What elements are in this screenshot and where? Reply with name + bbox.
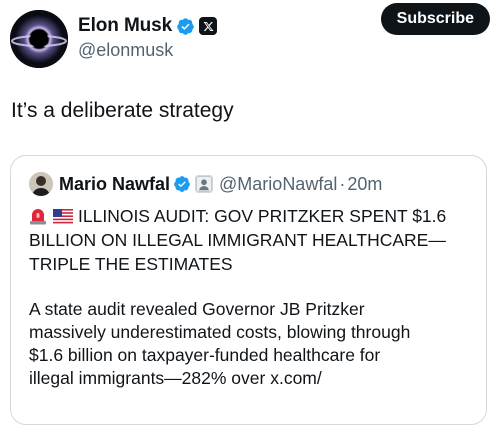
quote-handle[interactable]: @MarioNawfal xyxy=(219,174,337,195)
author-display-name[interactable]: Elon Musk xyxy=(78,15,172,37)
black-hole-avatar-image xyxy=(10,10,68,68)
author-name-row: Elon Musk xyxy=(78,14,218,38)
affiliate-badge-icon[interactable] xyxy=(195,175,214,193)
quote-author-avatar[interactable] xyxy=(29,172,53,196)
body-line-4: illegal immigrants—282% over x.com/ xyxy=(29,368,322,388)
headline-text-3: TRIPLE THE ESTIMATES xyxy=(29,254,233,274)
quote-timestamp[interactable]: 20m xyxy=(347,174,382,195)
body-line-1: A state audit revealed Governor JB Pritz… xyxy=(29,299,365,319)
siren-icon xyxy=(30,209,46,225)
x-logo-glyph-icon xyxy=(203,21,214,31)
verified-badge-icon[interactable] xyxy=(176,17,195,36)
separator-dot: · xyxy=(339,173,346,194)
body-line-2: massively underestimated costs, blowing … xyxy=(29,322,411,342)
subscribe-button[interactable]: Subscribe xyxy=(380,3,490,35)
headline-text-2: BILLION ON ILLEGAL IMMIGRANT HEALTHCARE— xyxy=(29,230,446,250)
quote-headline: ILLINOIS AUDIT: GOV PRITZKER SPENT $1.6 … xyxy=(29,204,474,276)
headline-text-1: ILLINOIS AUDIT: GOV PRITZKER SPENT $1.6 xyxy=(78,206,447,226)
headline-line: ILLINOIS AUDIT: GOV PRITZKER SPENT $1.6 xyxy=(29,204,474,228)
us-flag-icon xyxy=(53,209,73,224)
verified-badge-icon[interactable] xyxy=(173,175,191,193)
person-avatar-image xyxy=(29,172,53,196)
x-logo-icon xyxy=(199,17,218,35)
author-handle[interactable]: @elonmusk xyxy=(78,40,173,61)
body-line-3: $1.6 billion on taxpayer-funded healthca… xyxy=(29,345,381,365)
author-avatar[interactable] xyxy=(10,10,68,68)
quoted-tweet-card[interactable]: Mario Nawfal @MarioNawfal · 20m ILLINOIS… xyxy=(10,155,487,425)
quote-header: Mario Nawfal @MarioNawfal · 20m xyxy=(29,170,382,198)
tweet-text: It’s a deliberate strategy xyxy=(11,99,234,122)
quote-body: A state audit revealed Governor JB Pritz… xyxy=(29,298,474,390)
quote-display-name[interactable]: Mario Nawfal xyxy=(59,174,170,195)
